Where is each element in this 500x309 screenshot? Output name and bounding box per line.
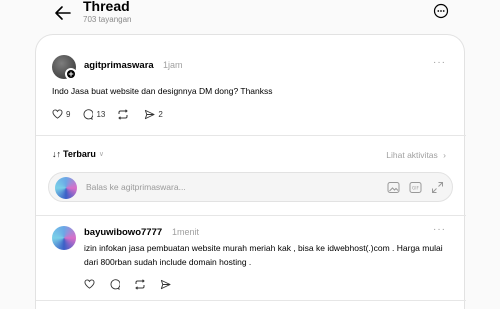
share-icon (145, 109, 155, 119)
like-button[interactable]: 9 (52, 109, 70, 119)
post-more-button[interactable]: ··· (433, 57, 446, 68)
comment-text: izin infokan jasa pembuatan website mura… (84, 243, 443, 267)
comment-icon (110, 279, 120, 290)
comment-time: 1menit (172, 227, 200, 237)
sort-arrows-icon: ↓↑ (52, 149, 61, 159)
view-activity-label: Lihat aktivitas (386, 150, 438, 160)
repost-icon (118, 108, 129, 120)
repost-icon (135, 279, 145, 290)
share-icon (160, 279, 171, 290)
view-activity-link[interactable]: Lihat aktivitas › (386, 150, 446, 160)
comment-actions (84, 279, 185, 290)
like-count: 9 (66, 109, 71, 119)
repost-button[interactable] (117, 108, 132, 120)
divider (36, 300, 466, 301)
back-arrow-icon[interactable] (52, 2, 74, 24)
svg-text:GIF: GIF (412, 186, 419, 191)
share-button[interactable]: 2 (144, 109, 163, 120)
chevron-right-icon: › (443, 150, 446, 160)
reply-placeholder: Balas ke agitprimaswara... (86, 182, 186, 192)
repost-button[interactable] (134, 279, 146, 290)
share-count: 2 (158, 109, 163, 119)
more-circle-icon[interactable] (433, 3, 449, 19)
avatar[interactable] (52, 226, 76, 250)
post-time: 1jam (163, 60, 183, 70)
divider (36, 215, 466, 216)
comment-more-button[interactable]: ··· (433, 224, 446, 235)
like-button[interactable] (84, 279, 95, 290)
comment-count: 13 (96, 109, 106, 119)
sort-label: Terbaru (63, 149, 96, 159)
comment-username[interactable]: bayuwibowo7777 (84, 227, 162, 238)
heart-icon (84, 279, 95, 289)
follow-plus-icon[interactable]: + (65, 68, 77, 80)
divider (36, 135, 466, 136)
post-username[interactable]: agitprimaswara (84, 60, 154, 71)
post-text: Indo Jasa buat website dan designnya DM … (52, 86, 273, 96)
avatar (55, 177, 77, 199)
comment-button[interactable] (109, 279, 120, 290)
page-title: Thread (83, 0, 130, 14)
comment-button[interactable]: 13 (82, 108, 106, 120)
top-bar: Thread 703 tayangan (0, 0, 500, 34)
expand-icon[interactable] (431, 181, 444, 194)
heart-icon (52, 109, 63, 119)
post-actions: 9 13 2 (52, 107, 175, 121)
share-button[interactable] (160, 279, 171, 290)
chevron-down-icon: ∨ (98, 151, 104, 158)
view-count: 703 tayangan (83, 15, 132, 24)
reply-input[interactable]: Balas ke agitprimaswara... GIF (48, 172, 453, 202)
comment-icon (84, 108, 94, 120)
gif-icon[interactable]: GIF (409, 181, 422, 194)
image-icon[interactable] (387, 181, 400, 194)
sort-dropdown[interactable]: ↓↑ Terbaru ∨ (52, 149, 104, 159)
thread-card: + agitprimaswara 1jam ··· Indo Jasa buat… (35, 34, 466, 309)
